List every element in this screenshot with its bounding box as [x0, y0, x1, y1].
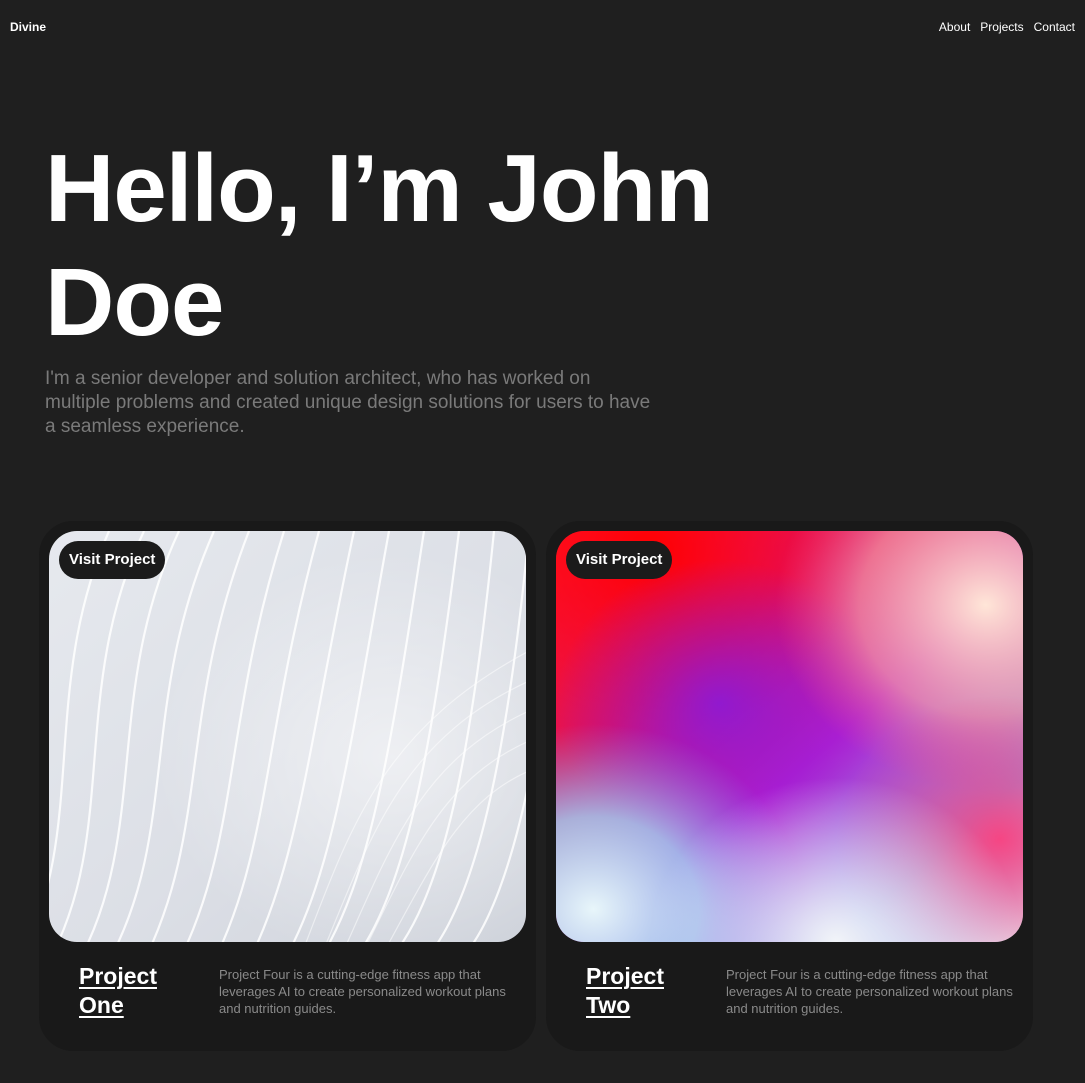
white-waves-image: [49, 531, 526, 942]
project-one-title[interactable]: Project One: [79, 962, 189, 1020]
project-card-one: Visit Project Project One Project Four i…: [39, 521, 536, 1051]
top-navigation: Divine About Projects Contact: [0, 0, 1085, 56]
project-one-description: Project Four is a cutting-edge fitness a…: [219, 967, 506, 1016]
hero-subtitle: I'm a senior developer and solution arch…: [45, 368, 651, 437]
project-image-white-waves[interactable]: Visit Project: [49, 531, 526, 942]
project-two-description: Project Four is a cutting-edge fitness a…: [726, 967, 1013, 1016]
project-card-two: Visit Project Project Two Project Four i…: [546, 521, 1033, 1051]
project-two-title[interactable]: Project Two: [586, 962, 696, 1020]
visit-project-one-button[interactable]: Visit Project: [59, 541, 166, 579]
nav-projects-link[interactable]: Projects: [980, 20, 1023, 34]
project-image-gradient[interactable]: Visit Project: [556, 531, 1023, 942]
visit-project-two-button[interactable]: Visit Project: [566, 541, 673, 579]
nav-about-link[interactable]: About: [939, 20, 970, 34]
main-nav: About Projects Contact: [939, 20, 1075, 34]
nav-contact-link[interactable]: Contact: [1034, 20, 1075, 34]
brand-logo[interactable]: Divine: [10, 20, 46, 34]
colorful-gradient-image: [556, 531, 1023, 942]
hero-title: Hello, I’m John Doe: [45, 135, 714, 356]
